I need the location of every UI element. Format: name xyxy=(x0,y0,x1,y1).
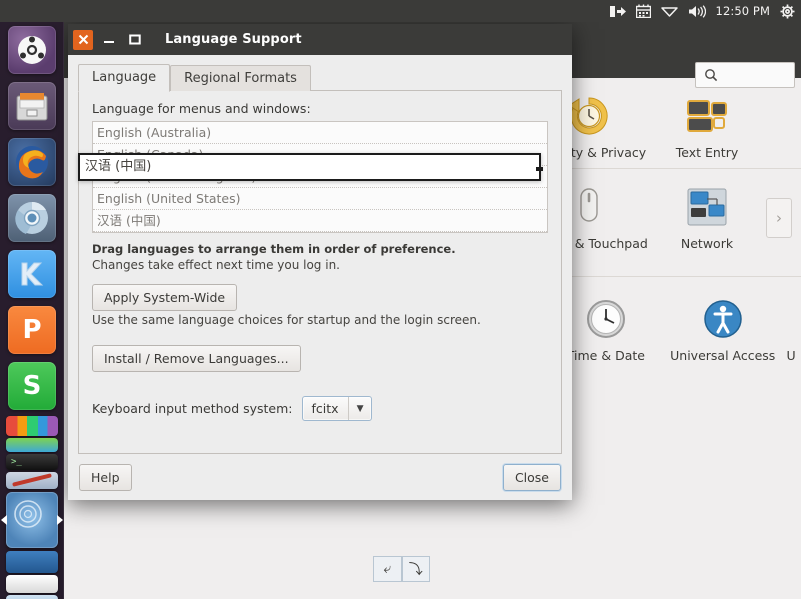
wps-presentation-glyph: P xyxy=(22,315,42,345)
help-button[interactable]: Help xyxy=(79,463,132,491)
firefox-icon xyxy=(8,138,56,186)
list-item[interactable]: English (Australia) xyxy=(93,122,547,144)
input-method-select[interactable]: fcitx ▼ xyxy=(301,396,373,421)
maximize-icon[interactable] xyxy=(125,30,145,50)
launcher-scroll-right-arrow[interactable] xyxy=(57,515,63,525)
chevron-down-icon: ▼ xyxy=(356,403,364,414)
install-button-row: Install / Remove Languages... xyxy=(92,345,548,372)
kate-icon xyxy=(8,250,56,298)
terminal-glyph: >_ xyxy=(11,457,22,467)
launcher-item-wps-presentation[interactable]: P xyxy=(0,302,63,358)
dragged-language-item[interactable]: 汉语 (中国) xyxy=(78,153,543,181)
apply-note: Use the same language choices for startu… xyxy=(92,313,481,327)
wps-spreadsheet-glyph: S xyxy=(22,371,42,401)
launcher-item-trash[interactable] xyxy=(0,595,63,599)
network-icon xyxy=(683,183,731,231)
minimize-icon[interactable] xyxy=(99,30,119,50)
calendar-icon[interactable] xyxy=(635,0,651,22)
install-remove-languages-button[interactable]: Install / Remove Languages... xyxy=(92,345,301,372)
unity-launcher: P S >_ xyxy=(0,22,64,599)
launcher-item-keyboard-layout[interactable] xyxy=(0,416,63,436)
next-page-button[interactable]: › xyxy=(766,197,792,238)
tab-language[interactable]: Language xyxy=(78,64,171,92)
input-source-icon[interactable] xyxy=(609,0,626,22)
launcher-item-kate[interactable] xyxy=(0,246,63,302)
system-settings-icon xyxy=(6,472,58,489)
dialog-footer: Help Close xyxy=(68,454,572,500)
settings-tile-label: Network xyxy=(680,236,734,252)
launcher-item-libreoffice-impress[interactable] xyxy=(0,551,63,573)
terminal-icon: >_ xyxy=(6,454,58,470)
ubuntu-logo-icon xyxy=(8,26,56,74)
app-icon xyxy=(6,438,58,452)
tab-regional-formats[interactable]: Regional Formats xyxy=(170,65,311,92)
apply-button-row: Apply System-Wide xyxy=(92,284,548,311)
drag-drop-indicator: ⤶ ⤵ xyxy=(373,556,430,582)
clock[interactable]: 12:50 PM xyxy=(716,4,770,18)
mouse-icon xyxy=(565,183,613,231)
libreoffice-impress-icon xyxy=(6,551,58,573)
list-item[interactable]: English (United States) xyxy=(93,188,547,210)
language-tab-panel: Language for menus and windows: English … xyxy=(78,91,562,454)
wps-spreadsheet-icon: S xyxy=(8,362,56,410)
settings-tile-label: Time & Date xyxy=(566,347,645,363)
settings-tile-user-accounts-partial[interactable]: U xyxy=(781,281,801,363)
search-input[interactable] xyxy=(695,62,795,88)
apply-system-wide-button[interactable]: Apply System-Wide xyxy=(92,284,238,311)
launcher-item-terminal[interactable]: >_ xyxy=(0,454,63,470)
workspace-switcher-icon xyxy=(6,492,58,548)
settings-tile-label: Text Entry xyxy=(675,145,739,160)
wps-presentation-icon: P xyxy=(8,306,56,354)
keyboard-layout-icon xyxy=(6,416,58,436)
launcher-item-system-settings[interactable] xyxy=(0,472,63,489)
input-method-row: Keyboard input method system: fcitx ▼ xyxy=(92,396,548,421)
dialog-title: Language Support xyxy=(165,32,302,47)
language-list-label: Language for menus and windows: xyxy=(92,101,311,116)
launcher-item-chromium[interactable] xyxy=(0,190,63,246)
drag-hint-bold: Drag languages to arrange them in order … xyxy=(92,242,456,256)
launcher-item-extra[interactable] xyxy=(0,438,63,452)
dialog-titlebar[interactable]: Language Support xyxy=(68,24,572,55)
shield-clock-icon xyxy=(565,92,613,140)
language-support-dialog: Language Support Language Regional Forma… xyxy=(68,24,572,500)
launcher-scroll-left-arrow[interactable] xyxy=(1,515,7,525)
files-icon xyxy=(8,82,56,130)
libreoffice-calc-icon xyxy=(6,575,58,593)
screen: Security & Privacy Text Entry Mouse & To… xyxy=(0,0,801,599)
clock-icon xyxy=(582,295,630,343)
launcher-item-firefox[interactable] xyxy=(0,134,63,190)
launcher-item-workspace-switcher[interactable] xyxy=(0,492,63,548)
settings-tile-text-entry[interactable]: Text Entry xyxy=(648,78,766,160)
volume-icon[interactable] xyxy=(688,0,706,22)
settings-tile-label: Universal Access xyxy=(670,347,776,363)
launcher-item-ubuntu-dash[interactable] xyxy=(0,22,63,78)
search-icon xyxy=(704,68,718,82)
close-button[interactable]: Close xyxy=(502,463,561,491)
drag-handle-nub xyxy=(536,167,543,171)
close-icon[interactable] xyxy=(73,29,93,50)
drag-arrow-left-icon: ⤶ xyxy=(373,556,402,582)
settings-tile-network[interactable]: Network xyxy=(648,169,766,251)
launcher-item-files[interactable] xyxy=(0,78,63,134)
gear-icon[interactable] xyxy=(780,0,795,22)
dialog-tabs: Language Regional Formats xyxy=(78,63,562,92)
list-item[interactable]: 汉语 (中国) xyxy=(93,210,547,232)
wifi-icon[interactable] xyxy=(660,0,678,22)
launcher-item-libreoffice-calc[interactable] xyxy=(0,575,63,593)
settings-tile-label: U xyxy=(786,347,796,363)
top-panel: 12:50 PM xyxy=(0,0,801,22)
dragged-language-label: 汉语 (中国) xyxy=(85,159,152,174)
launcher-item-wps-spreadsheet[interactable]: S xyxy=(0,358,63,414)
drag-hint: Changes take effect next time you log in… xyxy=(92,258,340,272)
trash-icon xyxy=(6,595,58,599)
input-method-value: fcitx xyxy=(311,401,339,416)
keyboard-tiles-icon xyxy=(683,92,731,140)
settings-tile-universal-access[interactable]: Universal Access xyxy=(664,281,781,363)
drag-arrow-right-icon: ⤵ xyxy=(401,556,430,582)
input-method-label: Keyboard input method system: xyxy=(92,401,293,416)
chromium-icon xyxy=(8,194,56,242)
accessibility-icon xyxy=(699,295,747,343)
dialog-body: Language Regional Formats Language for m… xyxy=(68,55,572,454)
